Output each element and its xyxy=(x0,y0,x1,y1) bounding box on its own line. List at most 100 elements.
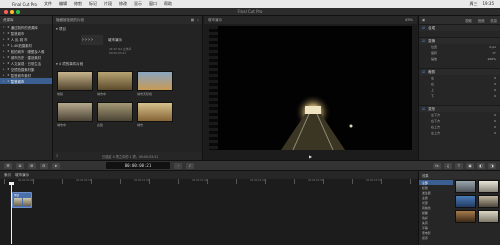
effect-thumbnail[interactable] xyxy=(455,195,476,208)
timeline: 索引 城市演示 00:00:00:00 00:00:00:15 00:00:01:0… xyxy=(0,171,439,245)
browser-toggle-button[interactable]: T xyxy=(455,162,463,169)
clips-group-title: 4 项的事件片段 xyxy=(58,62,84,66)
snapping-button[interactable]: ⫶ xyxy=(174,162,182,169)
library-item-label: 通过制作的资源库 xyxy=(10,25,38,30)
param-value[interactable]: 0 xyxy=(494,119,496,123)
menu-mark[interactable]: 标记 xyxy=(89,1,97,7)
event-star-icon: ★ xyxy=(7,67,10,71)
effects-category-item[interactable]: 遮罩 xyxy=(419,235,453,240)
search-icon[interactable]: ⌕ xyxy=(197,18,199,22)
timeline-index-button[interactable]: 索引 xyxy=(4,173,11,178)
project-item[interactable]: › › › › 城市演示 xyxy=(81,35,202,45)
insert-clip-button[interactable]: ⊞ xyxy=(28,162,36,169)
timeline-ruler[interactable]: 00:00:00:00 00:00:00:15 00:00:01:05 00:00:0… xyxy=(4,179,439,184)
param-value[interactable]: 0° xyxy=(493,51,496,55)
param-label: 右 xyxy=(431,82,435,86)
param-value[interactable]: 0 xyxy=(494,131,496,135)
param-value[interactable]: 100% xyxy=(487,57,496,61)
section-checkbox-icon[interactable]: ☑ xyxy=(422,107,425,111)
clip-image xyxy=(97,102,133,122)
menu-clip[interactable]: 片段 xyxy=(104,1,112,7)
clip-thumbnail[interactable]: 城市中 xyxy=(57,102,93,127)
menu-window[interactable]: 窗口 xyxy=(149,1,157,7)
inspector-section[interactable]: ☑ 变换 xyxy=(419,37,500,44)
param-value[interactable]: 0 px xyxy=(489,45,496,49)
video-frame[interactable] xyxy=(209,26,412,150)
inspector-section[interactable]: ☑ 变形 xyxy=(419,105,500,112)
viewer-zoom[interactable]: 65% xyxy=(405,18,413,22)
section-checkbox-icon[interactable]: ☑ xyxy=(422,39,425,43)
index-toggle-button[interactable]: ☰ xyxy=(4,162,12,169)
param-value[interactable]: 0 xyxy=(494,113,496,117)
clip-caption: 城市天际线 xyxy=(137,92,153,96)
filmstrip-view-icon[interactable]: ▦ xyxy=(191,18,194,22)
inspector-tab-video[interactable]: 视频 xyxy=(465,18,472,23)
menu-edit[interactable]: 编辑 xyxy=(59,1,67,7)
close-window-button[interactable] xyxy=(4,10,8,14)
browser-toggle-button[interactable]: ◨ xyxy=(488,162,496,169)
effect-thumbnail[interactable] xyxy=(455,180,476,193)
effect-thumbnail[interactable] xyxy=(478,210,499,223)
effect-thumbnail[interactable] xyxy=(478,195,499,208)
menu-trim[interactable]: 修剪 xyxy=(74,1,82,7)
inspector-header: ▣ 视频 音频 信息 xyxy=(419,16,500,24)
clip-thumbnail[interactable]: 城市天际线 xyxy=(137,71,173,96)
clip-thumbnail[interactable]: 城市中 xyxy=(97,71,133,96)
inspector-tab-info[interactable]: 信息 xyxy=(490,18,497,23)
library-item-label: 航拍城市 · 雕塑及人像 xyxy=(10,49,45,54)
menu-modify[interactable]: 修改 xyxy=(119,1,127,7)
library-item[interactable]: ▸ ★ 智慧城市 xyxy=(0,78,52,84)
connect-clip-button[interactable]: ⧉ xyxy=(16,162,24,169)
browser-toggle-button[interactable]: fx xyxy=(433,162,441,169)
project-group-label[interactable]: ▾ 项目 xyxy=(53,24,202,32)
zoom-window-button[interactable] xyxy=(16,10,20,14)
param-value[interactable]: 0 xyxy=(494,82,496,86)
ruler-tick-label: 00:00:03:00 xyxy=(308,179,324,182)
library-item-label: 1.4K拍摄素材 xyxy=(10,43,32,48)
inspector-tab-audio[interactable]: 音频 xyxy=(478,18,485,23)
effect-thumbnail[interactable] xyxy=(478,180,499,193)
clip-filter-dropdown[interactable]: 隐藏被拒绝的片段 xyxy=(56,18,84,23)
minimize-window-button[interactable] xyxy=(10,10,14,14)
param-value[interactable]: 0 xyxy=(494,94,496,98)
clip-grid: 地铁 城市中 城市天际线 城市中 古建 城市 xyxy=(57,71,202,127)
ruler-tick-label: 00:00:00:00 xyxy=(18,179,34,182)
timeline-clip[interactable]: 地铁 xyxy=(12,192,32,208)
menu-app[interactable]: Final Cut Pro xyxy=(12,2,37,7)
effects-thumb-row xyxy=(455,210,500,223)
clip-thumbnail[interactable]: 城市 xyxy=(137,102,173,127)
param-value[interactable]: 0 xyxy=(494,125,496,129)
section-checkbox-icon[interactable]: ☑ xyxy=(422,70,425,74)
browser-toggle-button[interactable]: ♫ xyxy=(444,162,452,169)
inspector-video-icon: ▣ xyxy=(422,18,426,22)
param-value[interactable]: 0 xyxy=(494,76,496,80)
audio-skimming-button[interactable]: ♪ xyxy=(186,162,194,169)
menu-view[interactable]: 显示 xyxy=(134,1,142,7)
play-button[interactable]: ▶ xyxy=(309,154,312,159)
clip-thumbnail[interactable]: 地铁 xyxy=(57,71,93,96)
effect-thumbnail[interactable] xyxy=(455,210,476,223)
inspector-section-title: 变形 xyxy=(428,106,436,111)
chevron-icon: › xyxy=(88,37,90,43)
clip-thumbnail[interactable]: 古建 xyxy=(97,102,133,127)
menu-help[interactable]: 帮助 xyxy=(164,1,172,7)
clip-image xyxy=(137,71,173,91)
menu-file[interactable]: 文件 xyxy=(44,1,52,7)
clips-group-label[interactable]: ▾ 4 项的事件片段 xyxy=(53,59,202,67)
select-tool-button[interactable]: ➤ xyxy=(52,162,60,169)
inspector-section[interactable]: ☑ 裁剪 xyxy=(419,68,500,75)
ruler-tick-label: 00:00:01:05 xyxy=(134,179,150,182)
clip-image xyxy=(57,102,93,122)
viewer-project-label: 城市演示 xyxy=(208,17,222,22)
inspector-section[interactable]: ☑ 合成 xyxy=(419,24,500,31)
browser-toggle-button[interactable]: ▣ xyxy=(466,162,474,169)
timecode-display[interactable]: 00:00:00:21 xyxy=(106,162,170,169)
param-value[interactable]: 0 xyxy=(494,88,496,92)
browser-toggle-button[interactable]: ◧ xyxy=(477,162,485,169)
section-checkbox-icon[interactable]: ☑ xyxy=(422,26,425,30)
libraries-list: ▾ ★ 通过制作的资源库 ▾ ★ 智慧城市 ▸ ★ 人 民 城 市 ▸ ★ 1.4K拍摄素材 ▸ ★ 航拍城… xyxy=(0,24,52,84)
chevron-icon: › xyxy=(91,37,93,43)
append-clip-button[interactable]: ⊟ xyxy=(40,162,48,169)
param-label: 右下方 xyxy=(431,119,441,123)
library-item-label: 人 民 城 市 xyxy=(10,37,28,42)
